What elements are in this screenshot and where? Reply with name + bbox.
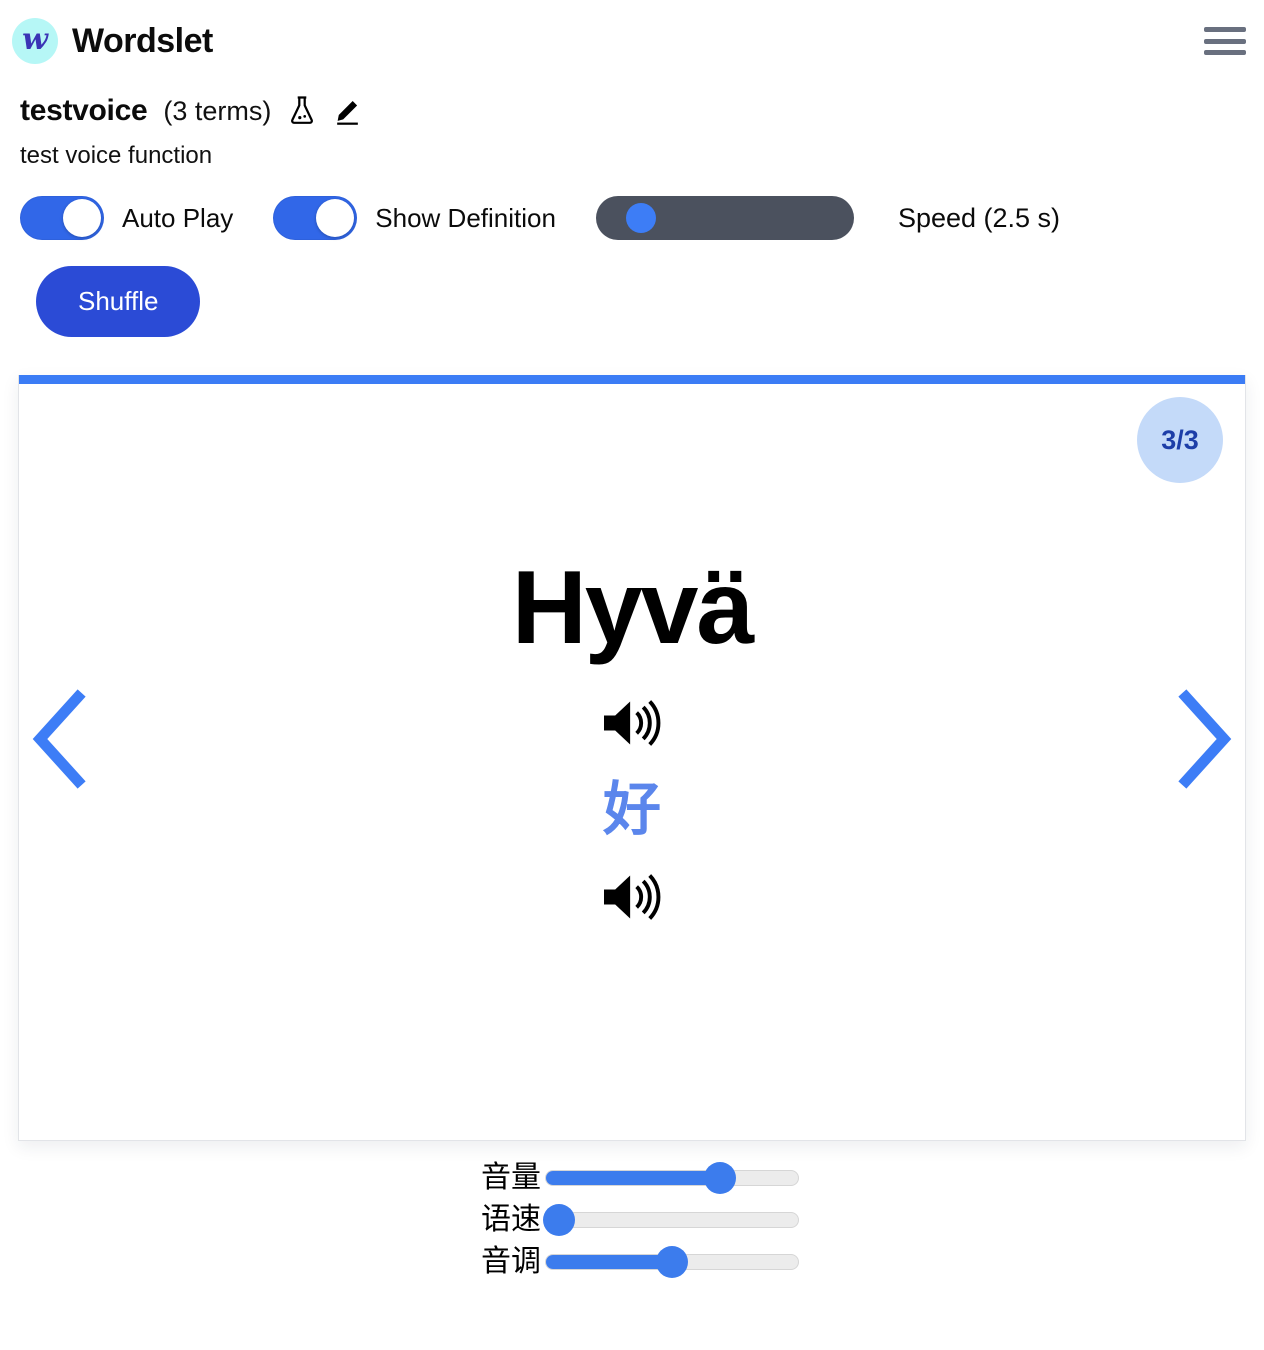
- pitch-slider-label: 音调: [481, 1244, 541, 1279]
- set-header: testvoice (3 terms) test voice function: [0, 72, 1264, 170]
- speed-slider[interactable]: [595, 196, 854, 240]
- volume-slider-thumb[interactable]: [703, 1162, 736, 1194]
- term-speaker-icon[interactable]: [597, 695, 667, 756]
- set-title: testvoice: [20, 94, 148, 127]
- hamburger-menu-icon[interactable]: [1204, 24, 1246, 58]
- pitch-slider[interactable]: [545, 1246, 799, 1278]
- shuffle-button[interactable]: Shuffle: [36, 266, 201, 337]
- set-description: test voice function: [20, 142, 213, 169]
- volume-slider-fill: [546, 1171, 720, 1185]
- set-term-count: (3 terms): [163, 95, 272, 126]
- brand: w Wordslet: [12, 18, 213, 64]
- set-title-row: testvoice (3 terms): [20, 94, 1244, 128]
- chevron-right-icon[interactable]: [1172, 689, 1234, 789]
- toggle-knob: [316, 199, 355, 237]
- volume-slider-row: 音量: [465, 1160, 799, 1195]
- term-text: Hyvä: [511, 550, 755, 666]
- volume-slider[interactable]: [545, 1162, 799, 1194]
- rate-slider-label: 语速: [481, 1202, 541, 1237]
- voice-settings-sliders: 音量 语速 音调: [0, 1160, 1264, 1279]
- rate-slider-row: 语速: [465, 1202, 799, 1237]
- definition-speaker-icon[interactable]: [597, 869, 667, 930]
- rate-slider-thumb[interactable]: [542, 1204, 575, 1236]
- wordslet-logo-icon: w: [12, 18, 58, 64]
- brand-title: Wordslet: [72, 21, 213, 60]
- pitch-slider-thumb[interactable]: [656, 1246, 688, 1278]
- auto-play-label: Auto Play: [122, 202, 234, 233]
- shuffle-row: Shuffle: [0, 240, 1264, 337]
- rate-slider[interactable]: [542, 1204, 799, 1236]
- show-definition-toggle[interactable]: [273, 196, 358, 240]
- hamburger-bar: [1204, 27, 1246, 32]
- show-definition-label: Show Definition: [375, 202, 556, 233]
- pitch-slider-fill: [546, 1255, 672, 1269]
- speed-slider-thumb[interactable]: [625, 203, 656, 233]
- flashcard-progress-bar: [19, 375, 1245, 384]
- app-header: w Wordslet: [0, 0, 1264, 72]
- flashcard-area: 3/3 Hyvä 好: [0, 337, 1264, 1141]
- auto-play-toggle[interactable]: [20, 196, 104, 240]
- chevron-left-icon[interactable]: [28, 689, 90, 789]
- hamburger-bar: [1204, 50, 1246, 55]
- toggle-knob: [63, 199, 101, 237]
- playback-controls: Auto Play Show Definition Speed (2.5 s): [0, 170, 1264, 240]
- flashcard-content: Hyvä 好: [19, 384, 1245, 1140]
- logo-letter: w: [22, 22, 48, 57]
- flask-icon[interactable]: [287, 95, 317, 127]
- flashcard[interactable]: 3/3 Hyvä 好: [18, 375, 1246, 1141]
- pencil-icon[interactable]: [333, 95, 363, 127]
- definition-text: 好: [602, 777, 661, 843]
- pitch-slider-row: 音调: [465, 1244, 799, 1279]
- volume-slider-label: 音量: [481, 1160, 541, 1195]
- hamburger-bar: [1204, 38, 1246, 44]
- speed-label: Speed (2.5 s): [897, 202, 1061, 233]
